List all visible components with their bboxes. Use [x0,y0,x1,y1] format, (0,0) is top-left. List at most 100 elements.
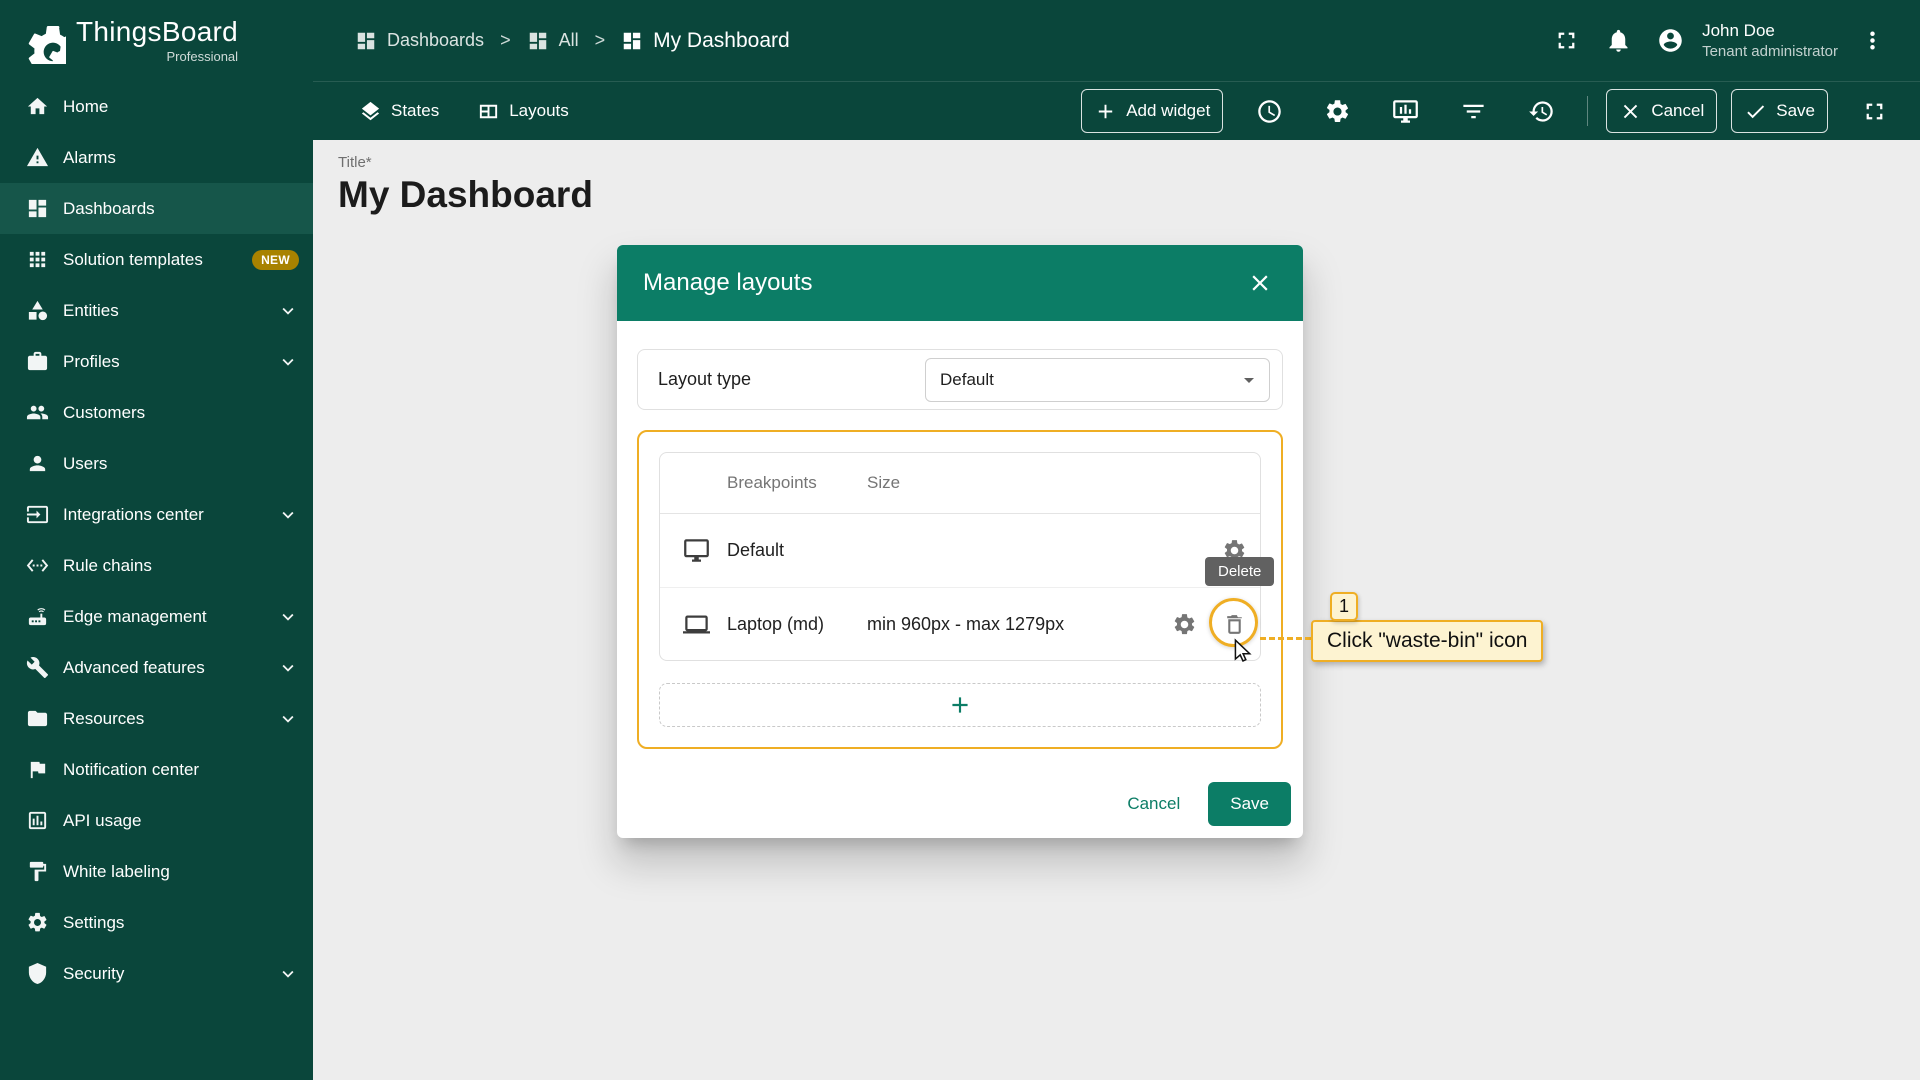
home-icon [26,95,49,118]
sidebar-item-home[interactable]: Home [0,81,313,132]
integrations-center-icon [26,503,49,526]
sidebar-item-api-usage[interactable]: API usage [0,795,313,846]
user-name: John Doe [1702,20,1838,42]
breadcrumb-separator: > [500,30,511,51]
dialog-title: Manage layouts [643,269,1243,297]
sidebar-item-security[interactable]: Security [0,948,313,999]
fullscreen-icon [1553,27,1580,54]
sidebar-item-solution-templates[interactable]: Solution templatesNEW [0,234,313,285]
user-info[interactable]: John Doe Tenant administrator [1702,20,1838,62]
delete-tooltip: Delete [1205,557,1274,586]
sidebar-item-white-labeling[interactable]: White labeling [0,846,313,897]
dashboard-icon [527,30,549,52]
dialog-close-button[interactable] [1243,266,1277,300]
layout-type-row: Layout type Default [637,349,1283,410]
dashboard-states-button[interactable] [1383,89,1427,133]
sidebar-item-rule-chains[interactable]: Rule chains [0,540,313,591]
mouse-cursor-icon [1230,638,1256,664]
add-widget-button[interactable]: Add widget [1081,89,1223,133]
customers-icon [26,401,49,424]
sidebar-item-profiles[interactable]: Profiles [0,336,313,387]
settings-icon [26,911,49,934]
chevron-down-icon [277,708,299,730]
dialog-body: Layout type Default Breakpoints Size Def… [617,321,1303,749]
user-avatar[interactable] [1648,19,1692,63]
save-edit-button[interactable]: Save [1731,89,1828,133]
filters-button[interactable] [1451,89,1495,133]
manage-layouts-dialog: Manage layouts Layout type Default Break… [617,245,1303,838]
sidebar-item-customers[interactable]: Customers [0,387,313,438]
sidebar-item-alarms[interactable]: Alarms [0,132,313,183]
table-row-default: Default [660,514,1260,587]
cancel-edit-button[interactable]: Cancel [1606,89,1717,133]
profiles-icon [26,350,49,373]
add-breakpoint-button[interactable] [659,683,1261,727]
sidebar-item-notification-center[interactable]: Notification center [0,744,313,795]
sidebar-item-dashboards[interactable]: Dashboards [0,183,313,234]
dashboard-title-input[interactable]: My Dashboard [338,174,1920,216]
layout-settings-button[interactable] [1162,602,1206,646]
gear-icon [1172,612,1197,637]
close-icon [1619,100,1642,123]
new-badge: NEW [252,250,299,270]
sidebar-item-integrations-center[interactable]: Integrations center [0,489,313,540]
breadcrumb-dashboards[interactable]: Dashboards [355,30,484,52]
sidebar-item-users[interactable]: Users [0,438,313,489]
brand-name: ThingsBoard [76,18,238,46]
header-actions: John Doe Tenant administrator [1544,19,1894,63]
sidebar-nav: Home Alarms Dashboards Solution template… [0,81,313,999]
versions-button[interactable] [1519,89,1563,133]
versions-icon [1528,98,1555,125]
toolbar-fullscreen-button[interactable] [1852,89,1896,133]
breadcrumb-all[interactable]: All [527,30,579,52]
chevron-down-icon [277,963,299,985]
edge-management-icon [26,605,49,628]
dialog-header: Manage layouts [617,245,1303,321]
dialog-save-button[interactable]: Save [1208,782,1291,826]
plus-icon [1094,100,1117,123]
dashboard-icon [621,30,643,52]
annotation-dashed-connector [1260,637,1311,640]
sidebar-item-advanced-features[interactable]: Advanced features [0,642,313,693]
sidebar-item-settings[interactable]: Settings [0,897,313,948]
breakpoints-table: Breakpoints Size Default Laptop (md) min… [659,452,1261,661]
top-header: Dashboards > All > My Dashboard John [313,0,1920,81]
sidebar-item-edge-management[interactable]: Edge management [0,591,313,642]
rule-chains-icon [26,554,49,577]
layouts-button[interactable]: Layouts [465,89,581,133]
notifications-button[interactable] [1596,19,1640,63]
toolbar-divider [1587,96,1588,126]
dialog-cancel-button[interactable]: Cancel [1109,782,1198,826]
notification-center-icon [26,758,49,781]
solution-templates-icon [26,248,49,271]
chevron-down-icon [277,300,299,322]
fullscreen-button[interactable] [1544,19,1588,63]
laptop-icon [683,611,710,638]
advanced-features-icon [26,656,49,679]
sidebar-item-resources[interactable]: Resources [0,693,313,744]
thingsboard-logo[interactable]: ThingsBoard Professional [0,0,313,81]
breadcrumb-separator: > [595,30,606,51]
annotation-callout: Click "waste-bin" icon [1311,620,1543,662]
plus-icon [947,692,973,718]
breadcrumb-my-dashboard[interactable]: My Dashboard [621,29,790,53]
sidebar: ThingsBoard Professional Home Alarms Das… [0,0,313,1080]
time-window-button[interactable] [1247,89,1291,133]
sidebar-item-entities[interactable]: Entities [0,285,313,336]
more-menu-button[interactable] [1850,19,1894,63]
white-labeling-icon [26,860,49,883]
dashboard-settings-button[interactable] [1315,89,1359,133]
thingsboard-logo-icon [20,18,66,64]
brand-edition: Professional [76,49,238,64]
more-vert-icon [1859,27,1886,54]
user-role: Tenant administrator [1702,42,1838,62]
resources-icon [26,707,49,730]
filters-icon [1460,98,1487,125]
time-window-icon [1256,98,1283,125]
close-icon [1247,270,1273,296]
account-icon [1657,27,1684,54]
dashboard-states-icon [1392,98,1419,125]
column-breakpoints: Breakpoints [727,473,867,493]
states-button[interactable]: States [347,89,451,133]
layout-type-select[interactable]: Default [925,358,1270,402]
